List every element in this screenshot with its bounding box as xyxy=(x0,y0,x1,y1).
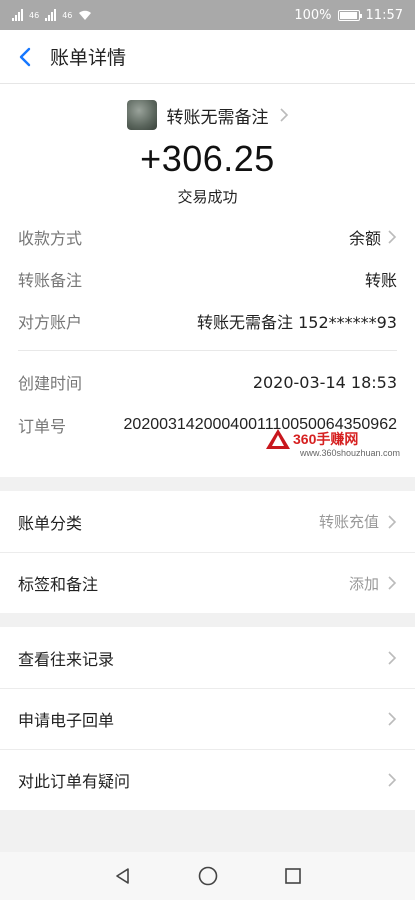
detail-value: 转账 xyxy=(364,271,397,290)
menu-right: 添加 xyxy=(349,573,397,594)
detail-row-transfer-note: 转账备注 转账 xyxy=(18,258,397,300)
battery-percent: 100% xyxy=(294,7,332,23)
app-header: 账单详情 xyxy=(0,30,415,84)
menu-item-order-question[interactable]: 对此订单有疑问 xyxy=(0,749,415,810)
system-nav-bar xyxy=(0,852,415,900)
menu-value: 添加 xyxy=(348,574,379,593)
menu-item-bill-category[interactable]: 账单分类 转账充值 xyxy=(0,491,415,552)
menu-label: 标签和备注 xyxy=(18,575,99,594)
network-type-right: 46 xyxy=(62,10,73,20)
square-recent-icon[interactable] xyxy=(283,866,303,886)
detail-value: 余额 xyxy=(349,225,397,249)
menu-item-view-history[interactable]: 查看往来记录 xyxy=(0,627,415,688)
menu-right: 转账充值 xyxy=(319,511,397,532)
back-button[interactable] xyxy=(0,30,50,84)
actions-menu: 查看往来记录 申请电子回单 对此订单有疑问 xyxy=(0,627,415,810)
chevron-right-icon xyxy=(388,650,397,665)
detail-label: 订单号 xyxy=(18,417,67,436)
network-type-left: 46 xyxy=(29,10,40,20)
detail-value: 转账无需备注 152******93 xyxy=(197,313,397,332)
chevron-right-icon xyxy=(388,514,397,529)
detail-label: 转账备注 xyxy=(18,271,83,290)
detail-row-payment-method[interactable]: 收款方式 余额 xyxy=(18,216,397,258)
menu-label: 申请电子回单 xyxy=(18,711,115,730)
detail-row-counterparty: 对方账户 转账无需备注 152******93 xyxy=(18,300,397,342)
menu-label: 对此订单有疑问 xyxy=(18,772,131,791)
detail-value-text: 余额 xyxy=(348,229,381,248)
payee-name: 转账无需备注 xyxy=(166,107,269,128)
transaction-status: 交易成功 xyxy=(177,188,238,206)
watermark: 360手赚网 xyxy=(265,428,358,450)
menu-label: 账单分类 xyxy=(18,513,83,533)
clock: 11:57 xyxy=(365,7,403,23)
detail-row-created-time: 创建时间 2020-03-14 18:53 xyxy=(18,361,397,403)
payee-link[interactable]: 转账无需备注 xyxy=(0,100,415,130)
watermark-text: 360手赚网 xyxy=(293,431,359,447)
amount: +306.25 xyxy=(140,138,275,179)
avatar xyxy=(126,100,157,130)
watermark-logo-icon xyxy=(266,429,290,449)
section-gap xyxy=(0,477,415,491)
circle-home-icon[interactable] xyxy=(197,865,219,887)
detail-label: 对方账户 xyxy=(18,313,83,332)
page-title: 账单详情 xyxy=(50,47,127,69)
wifi-icon xyxy=(79,10,92,20)
signal-icon-2 xyxy=(45,9,57,21)
triangle-back-icon[interactable] xyxy=(113,866,133,886)
chevron-right-icon xyxy=(388,712,397,726)
section-gap xyxy=(0,613,415,627)
signal-icon xyxy=(12,9,23,21)
status-left: 46 46 xyxy=(12,9,92,21)
chevron-right-icon xyxy=(388,576,397,590)
chevron-right-icon xyxy=(388,230,397,244)
menu-item-request-receipt[interactable]: 申请电子回单 xyxy=(0,688,415,749)
detail-value: 2020-03-14 18:53 xyxy=(252,372,397,392)
divider xyxy=(18,350,397,351)
watermark-url: www.360shouzhuan.com xyxy=(300,448,401,458)
battery-icon xyxy=(337,9,362,21)
menu-value: 转账充值 xyxy=(318,513,379,531)
chevron-right-icon xyxy=(279,108,288,122)
chevron-left-icon xyxy=(19,47,31,66)
menu-label: 查看往来记录 xyxy=(18,649,115,669)
detail-label: 创建时间 xyxy=(18,374,83,393)
status-bar: 46 46 100% 11:57 xyxy=(0,0,415,30)
status-right: 100% 11:57 xyxy=(294,8,403,23)
chevron-right-icon xyxy=(388,773,397,787)
detail-label: 收款方式 xyxy=(18,229,83,248)
transaction-summary: 转账无需备注 +306.25 交易成功 xyxy=(0,84,415,216)
category-menu: 账单分类 转账充值 标签和备注 添加 xyxy=(0,491,415,613)
menu-item-tags-notes[interactable]: 标签和备注 添加 xyxy=(0,552,415,613)
